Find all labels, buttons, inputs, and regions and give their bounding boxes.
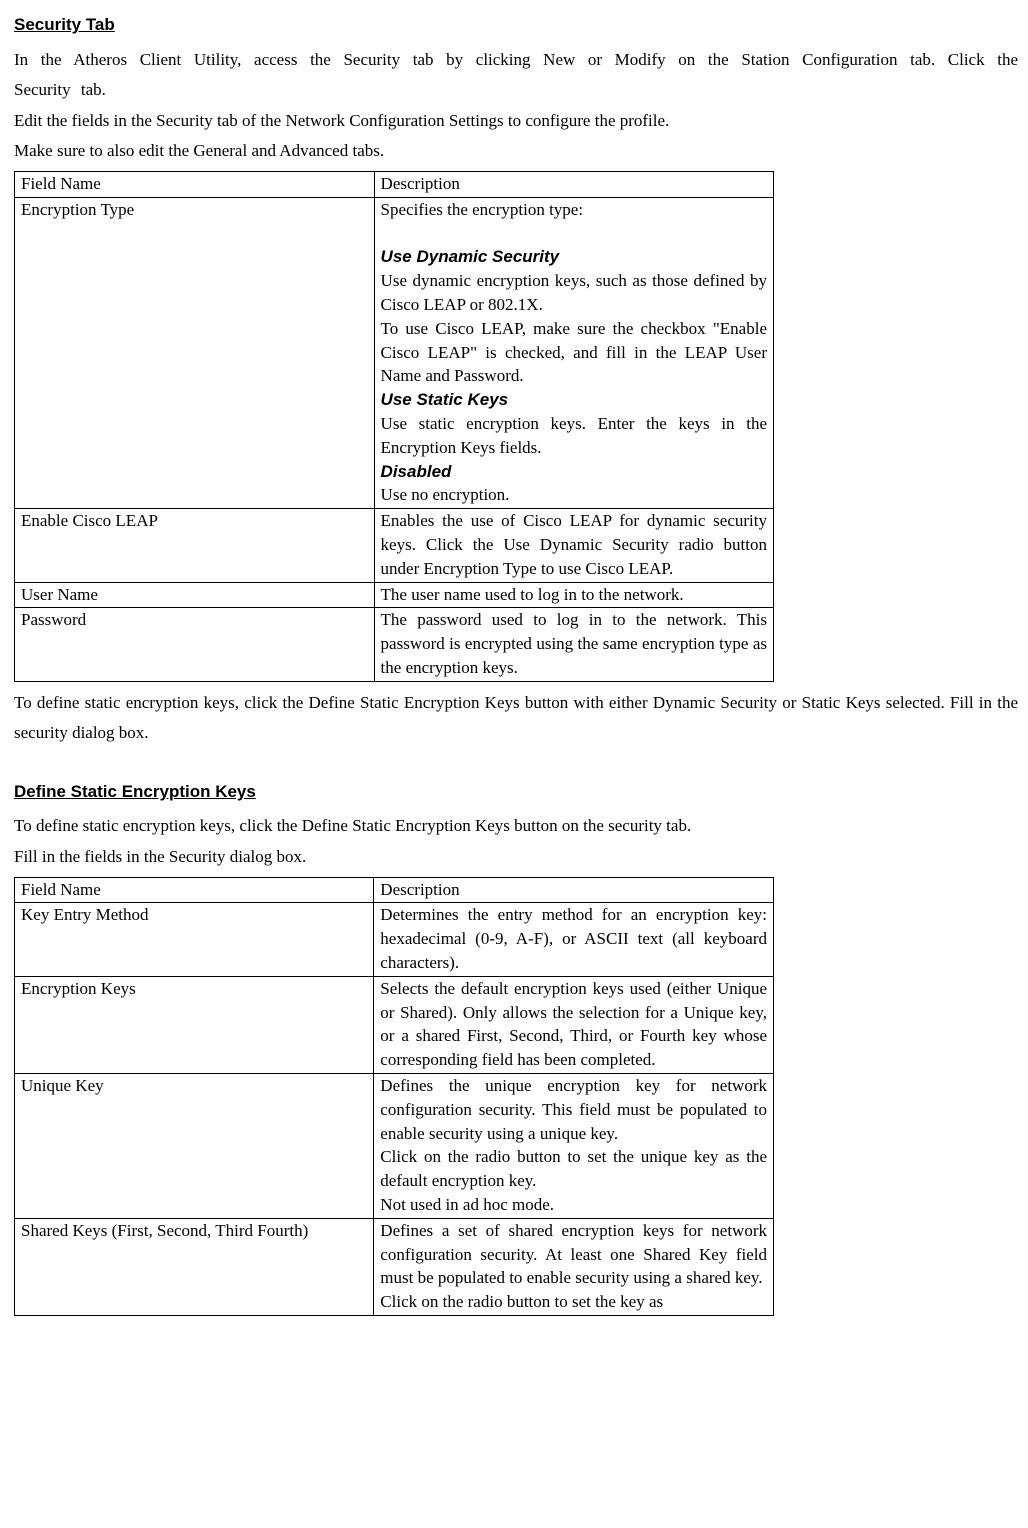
description-cell: Specifies the encryption type: Use Dynam… (374, 197, 773, 508)
description-cell: Enables the use of Cisco LEAP for dynami… (374, 509, 773, 582)
desc-text: Use dynamic encryption keys, such as tho… (381, 269, 767, 317)
table-row: Encryption Type Specifies the encryption… (15, 197, 774, 508)
desc-text: Defines a set of shared encryption keys … (380, 1219, 767, 1290)
desc-text: Click on the radio button to set the uni… (380, 1145, 767, 1193)
field-name-cell: User Name (15, 582, 375, 608)
field-name-cell: Encryption Keys (15, 976, 374, 1073)
table-row: Field Name Description (15, 877, 774, 903)
desc-text: To use Cisco LEAP, make sure the checkbo… (381, 317, 767, 388)
option-label: Use Dynamic Security (381, 245, 767, 269)
desc-text: Use static encryption keys. Enter the ke… (381, 412, 767, 460)
field-name-cell: Unique Key (15, 1074, 374, 1219)
table-row: Shared Keys (First, Second, Third Fourth… (15, 1218, 774, 1315)
description-cell: The password used to log in to the netwo… (374, 608, 773, 681)
spacer (14, 749, 1018, 777)
table-header-field-name: Field Name (15, 877, 374, 903)
heading-define-static-keys: Define Static Encryption Keys (14, 777, 1018, 808)
desc-text: Defines the unique encryption key for ne… (380, 1074, 767, 1145)
paragraph: In the Atheros Client Utility, access th… (14, 45, 1018, 106)
description-cell: Defines the unique encryption key for ne… (374, 1074, 774, 1219)
field-name-cell: Password (15, 608, 375, 681)
desc-text: Use no encryption. (381, 483, 767, 507)
table-header-field-name: Field Name (15, 171, 375, 197)
security-fields-table: Field Name Description Encryption Type S… (14, 171, 774, 682)
table-row: Enable Cisco LEAP Enables the use of Cis… (15, 509, 774, 582)
paragraph: To define static encryption keys, click … (14, 811, 1018, 842)
field-name-cell: Key Entry Method (15, 903, 374, 976)
spacer (381, 222, 767, 246)
table-row: Field Name Description (15, 171, 774, 197)
desc-text: Specifies the encryption type: (381, 198, 767, 222)
table-row: Key Entry Method Determines the entry me… (15, 903, 774, 976)
description-cell: The user name used to log in to the netw… (374, 582, 773, 608)
table-row: User Name The user name used to log in t… (15, 582, 774, 608)
field-name-cell: Encryption Type (15, 197, 375, 508)
static-keys-fields-table: Field Name Description Key Entry Method … (14, 877, 774, 1316)
table-header-description: Description (374, 877, 774, 903)
heading-security-tab: Security Tab (14, 10, 1018, 41)
option-label: Disabled (381, 460, 767, 484)
description-cell: Determines the entry method for an encry… (374, 903, 774, 976)
table-row: Encryption Keys Selects the default encr… (15, 976, 774, 1073)
desc-text: Click on the radio button to set the key… (380, 1290, 767, 1314)
description-cell: Selects the default encryption keys used… (374, 976, 774, 1073)
paragraph: To define static encryption keys, click … (14, 688, 1018, 749)
desc-text: Not used in ad hoc mode. (380, 1193, 767, 1217)
table-row: Unique Key Defines the unique encryption… (15, 1074, 774, 1219)
paragraph: Fill in the fields in the Security dialo… (14, 842, 1018, 873)
field-name-cell: Enable Cisco LEAP (15, 509, 375, 582)
table-header-description: Description (374, 171, 773, 197)
table-row: Password The password used to log in to … (15, 608, 774, 681)
paragraph: Edit the fields in the Security tab of t… (14, 106, 1018, 137)
paragraph: Make sure to also edit the General and A… (14, 136, 1018, 167)
option-label: Use Static Keys (381, 388, 767, 412)
field-name-cell: Shared Keys (First, Second, Third Fourth… (15, 1218, 374, 1315)
description-cell: Defines a set of shared encryption keys … (374, 1218, 774, 1315)
